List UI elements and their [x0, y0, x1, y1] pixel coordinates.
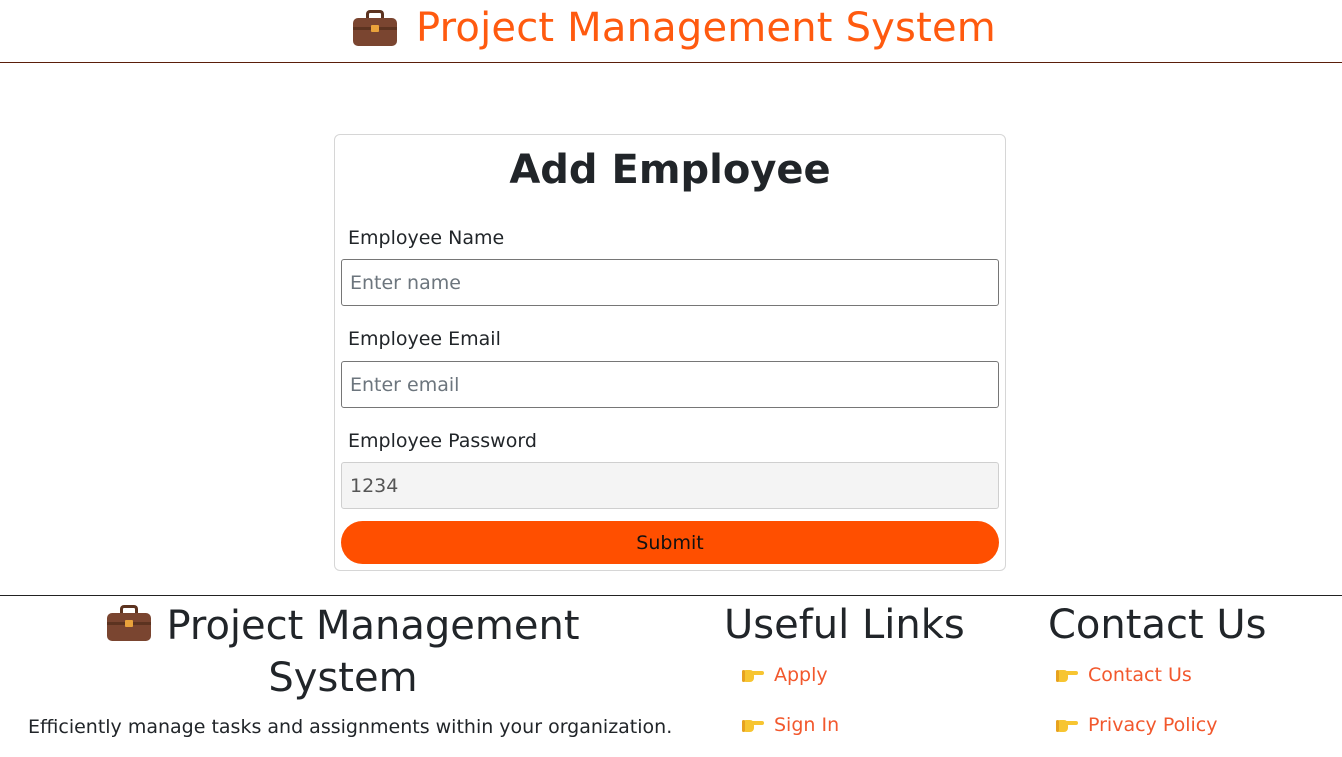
employee-password-input[interactable]	[341, 462, 999, 509]
pointing-hand-icon	[1056, 667, 1078, 683]
footer-link-sign-in[interactable]: Sign In	[742, 714, 839, 736]
site-header: Project Management System	[0, 0, 1342, 63]
footer-brand: Project Management System	[0, 600, 686, 704]
form-title: Add Employee	[509, 147, 831, 193]
footer-link-privacy-policy[interactable]: Privacy Policy	[1056, 714, 1217, 736]
footer-link-label: Contact Us	[1088, 664, 1192, 686]
contact-us-heading: Contact Us	[1048, 602, 1267, 648]
useful-links-heading: Useful Links	[724, 602, 965, 648]
footer-link-label: Privacy Policy	[1088, 714, 1218, 736]
pointing-hand-icon	[742, 667, 764, 683]
site-title[interactable]: Project Management System	[416, 5, 996, 51]
footer-brand-title: Project Management System	[166, 603, 580, 701]
employee-name-input[interactable]	[341, 259, 999, 306]
site-footer: Project Management System Efficiently ma…	[0, 595, 1342, 757]
footer-link-apply[interactable]: Apply	[742, 664, 828, 686]
employee-email-label: Employee Email	[348, 328, 501, 350]
footer-link-label: Apply	[774, 664, 828, 686]
footer-description: Efficiently manage tasks and assignments…	[28, 716, 673, 738]
footer-link-contact-us[interactable]: Contact Us	[1056, 664, 1192, 686]
pointing-hand-icon	[1056, 717, 1078, 733]
briefcase-icon	[352, 8, 398, 48]
employee-name-label: Employee Name	[348, 227, 505, 249]
footer-brand-title-wrap: Project Management System	[83, 600, 603, 704]
employee-password-label: Employee Password	[348, 430, 537, 452]
footer-link-label: Sign In	[774, 714, 840, 736]
add-employee-form: Add Employee Employee Name Employee Emai…	[334, 134, 1006, 571]
submit-button[interactable]: Submit	[341, 521, 999, 564]
briefcase-icon	[106, 603, 152, 643]
header-brand[interactable]: Project Management System	[352, 5, 996, 51]
pointing-hand-icon	[742, 717, 764, 733]
employee-email-input[interactable]	[341, 361, 999, 408]
